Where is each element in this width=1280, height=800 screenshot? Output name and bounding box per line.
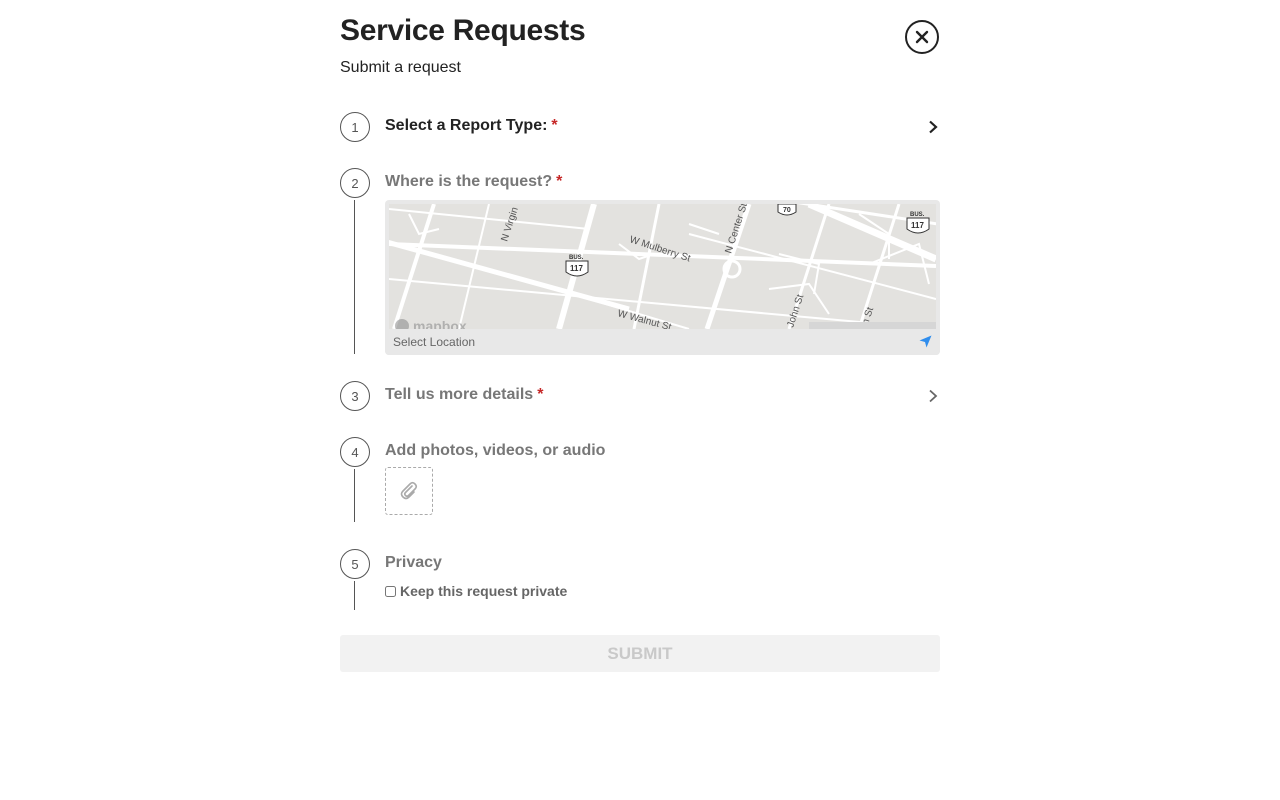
step-connector <box>354 469 355 522</box>
required-mark: * <box>551 117 558 134</box>
attribution-text: mapbox <box>413 318 467 329</box>
step-label-text: Privacy <box>385 554 442 571</box>
location-map-picker[interactable]: N Virgin W Mulberry St N Center St W Wal… <box>385 200 940 355</box>
step-connector <box>354 581 355 610</box>
close-button[interactable] <box>905 20 939 54</box>
step-label-text: Add photos, videos, or audio <box>385 442 606 459</box>
chevron-right-icon[interactable] <box>926 120 940 134</box>
step-connector <box>354 200 355 354</box>
page-subtitle: Submit a request <box>340 59 461 76</box>
paperclip-icon <box>400 481 418 500</box>
step-label: Where is the request? * <box>385 173 562 191</box>
map-graphic: N Virgin W Mulberry St N Center St W Wal… <box>389 204 936 329</box>
step-number: 1 <box>340 112 370 142</box>
map-view[interactable]: N Virgin W Mulberry St N Center St W Wal… <box>389 204 936 329</box>
step-label-text: Tell us more details <box>385 386 534 403</box>
shield-caption: BUS. <box>910 212 925 218</box>
required-mark: * <box>537 386 544 403</box>
step-number: 5 <box>340 549 370 579</box>
privacy-checkbox[interactable] <box>385 585 396 597</box>
privacy-option[interactable]: Keep this request private <box>385 583 567 599</box>
step-number: 3 <box>340 381 370 411</box>
step-label: Add photos, videos, or audio <box>385 442 605 460</box>
step-label-text: Where is the request? <box>385 173 553 190</box>
shield-number: 117 <box>911 221 924 230</box>
route-shield: 70 <box>777 204 797 216</box>
close-icon <box>915 30 929 44</box>
shield-number: 117 <box>570 264 583 273</box>
submit-button[interactable]: SUBMIT <box>340 635 940 672</box>
privacy-checkbox-label: Keep this request private <box>400 583 568 599</box>
attach-media-button[interactable] <box>385 467 433 515</box>
location-arrow-icon[interactable] <box>919 335 932 348</box>
step-number: 2 <box>340 168 370 198</box>
chevron-right-icon[interactable] <box>926 389 940 403</box>
step-number: 4 <box>340 437 370 467</box>
shield-caption: BUS. <box>569 255 584 261</box>
map-footer: Select Location <box>385 329 940 355</box>
step-label-text: Select a Report Type: <box>385 117 548 134</box>
select-location-text: Select Location <box>393 335 476 349</box>
page-title: Service Requests <box>340 14 586 47</box>
required-mark: * <box>556 173 563 190</box>
shield-number: 70 <box>783 207 791 214</box>
step-label: Tell us more details * <box>385 386 543 404</box>
map-attribution-bar <box>809 322 936 329</box>
step-label: Privacy <box>385 554 442 572</box>
step-label: Select a Report Type: * <box>385 117 558 135</box>
